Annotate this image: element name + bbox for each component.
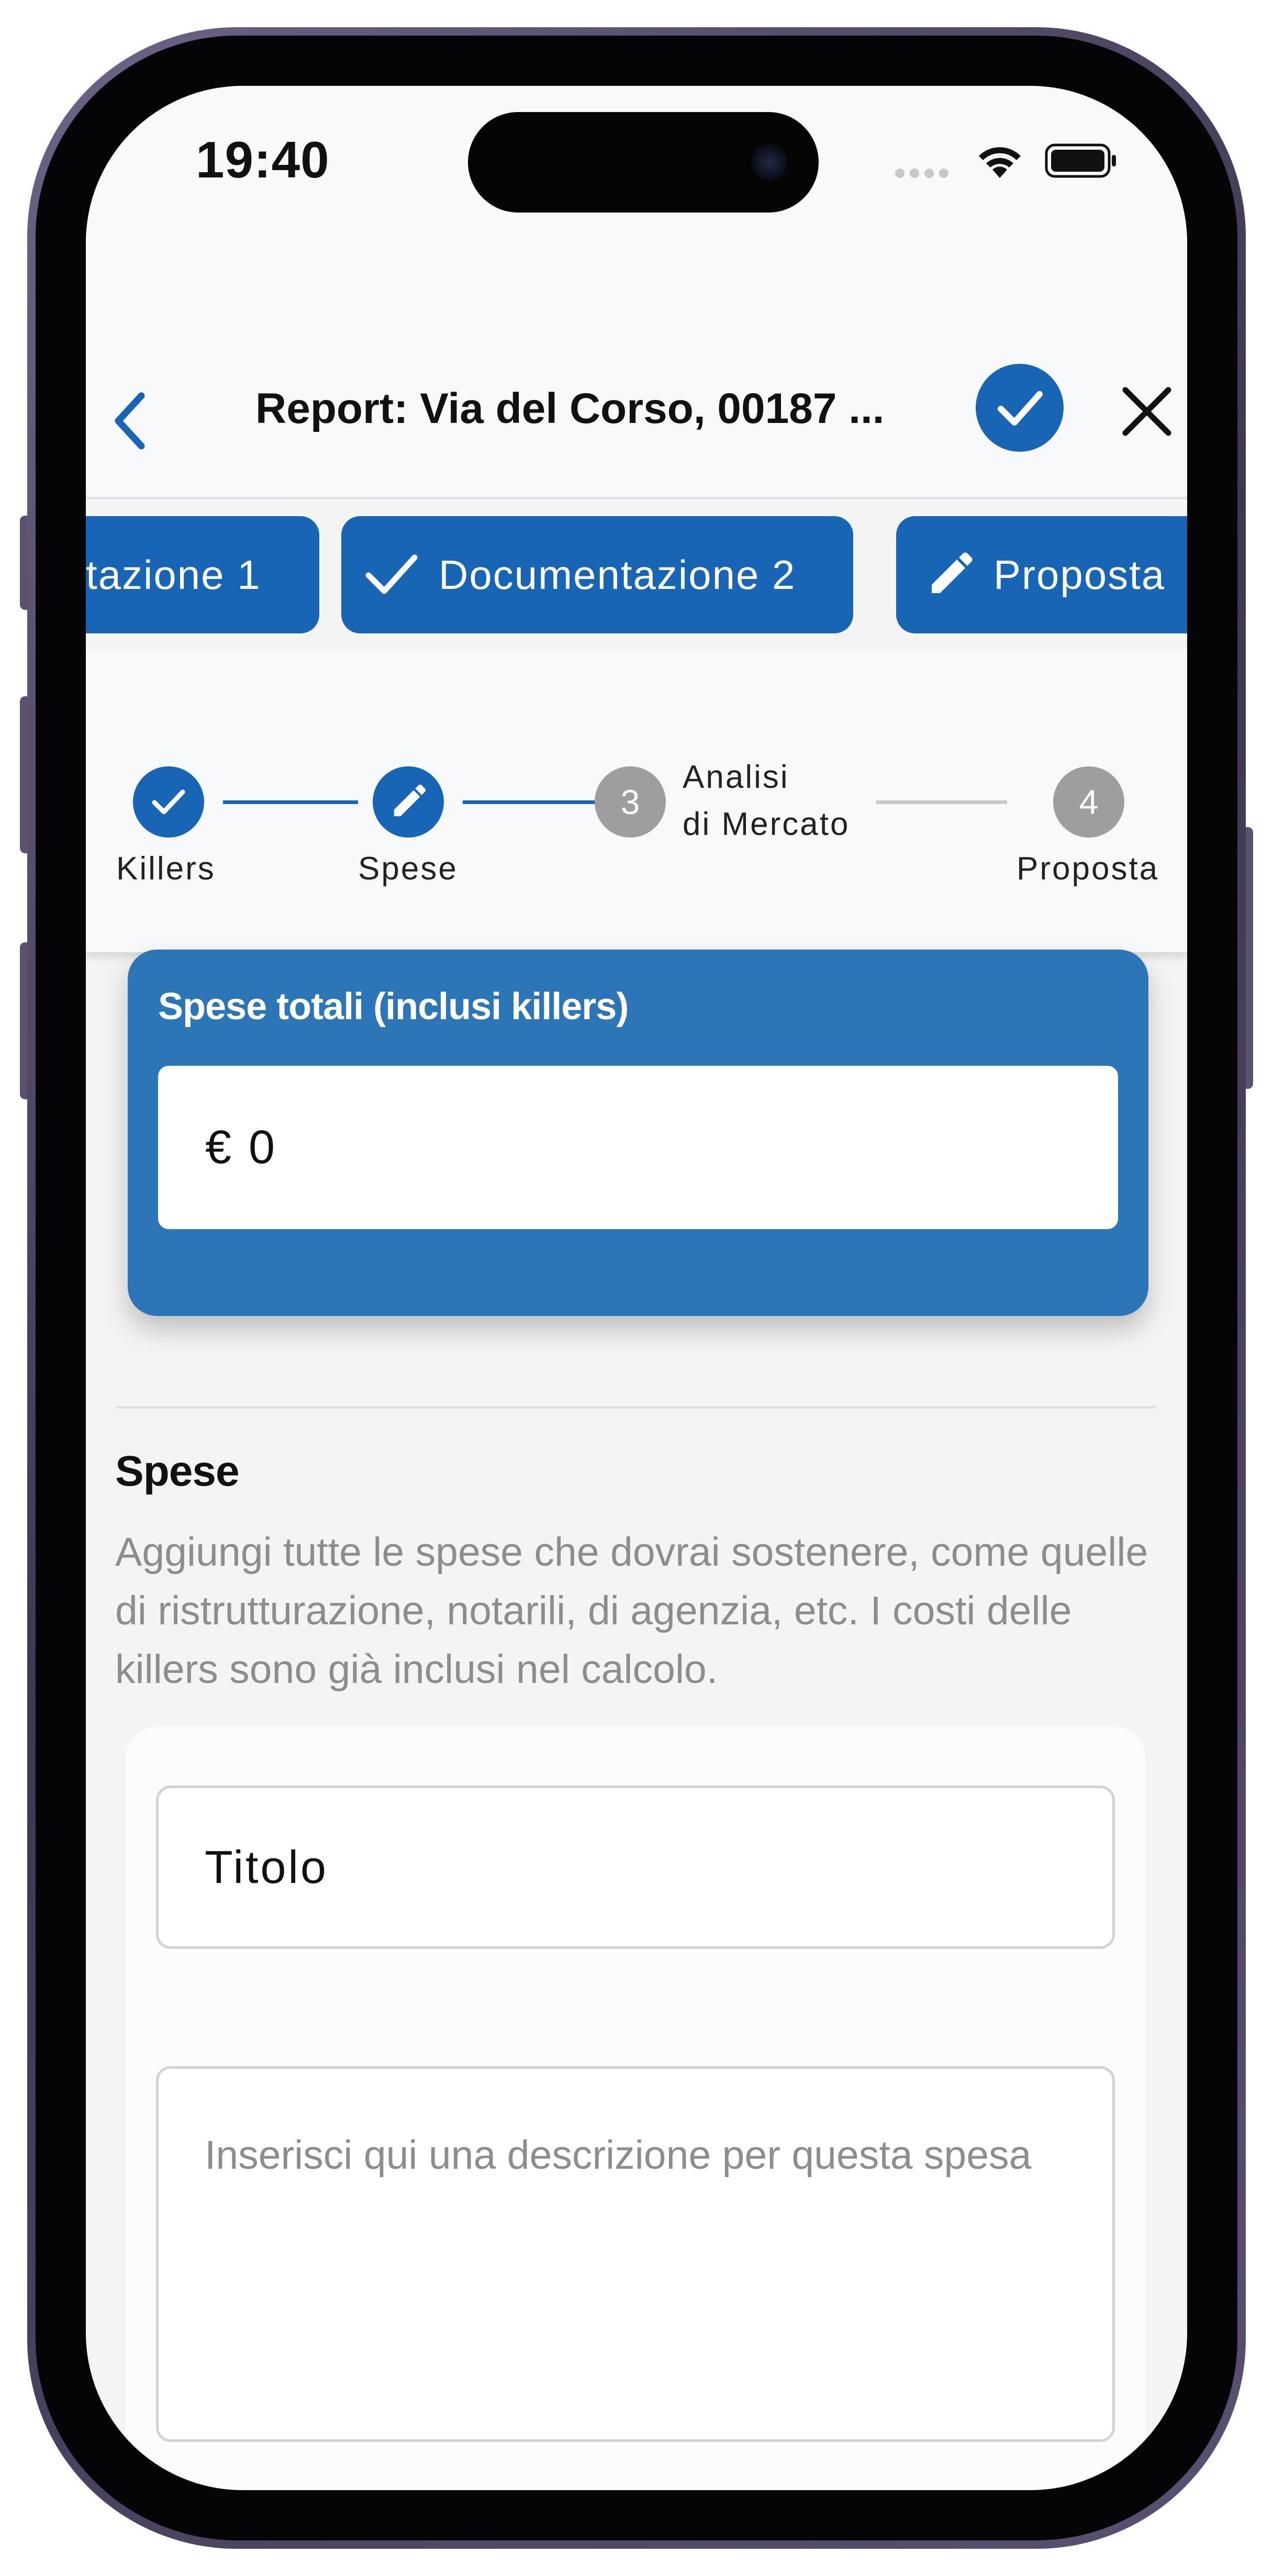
- wifi-icon: [979, 147, 1021, 178]
- total-expenses-label: Spese totali (inclusi killers): [158, 986, 629, 1028]
- step-connector: [223, 800, 358, 804]
- step-connector: [876, 800, 1007, 804]
- pencil-icon: [394, 784, 426, 817]
- step-analisi-label-line1: Analisi: [683, 759, 789, 795]
- close-icon[interactable]: [1118, 383, 1176, 440]
- pencil-icon: [932, 552, 973, 593]
- status-bar: 19:40: [86, 86, 1187, 324]
- section-divider: [115, 1406, 1157, 1409]
- tab-label: tazione 1: [86, 551, 261, 598]
- step-number: 4: [1079, 783, 1099, 821]
- check-icon: [998, 391, 1043, 426]
- confirm-button[interactable]: [976, 364, 1064, 452]
- step-analisi-label-line2: di Mercato: [683, 806, 850, 842]
- step-proposta-label: Proposta: [1017, 851, 1159, 887]
- tab-documentazione-1[interactable]: tazione 1: [86, 516, 319, 633]
- total-expenses-field[interactable]: € 0: [158, 1066, 1118, 1229]
- step-analisi-circle[interactable]: 3: [595, 766, 666, 838]
- check-icon: [152, 789, 185, 815]
- camera-icon: [752, 144, 787, 180]
- report-header: Report: Via del Corso, 00187 ...: [86, 324, 1187, 500]
- cellular-signal-icon: [895, 169, 954, 181]
- back-chevron-icon[interactable]: [107, 389, 154, 452]
- total-expenses-value: € 0: [205, 1121, 277, 1174]
- status-time: 19:40: [196, 131, 330, 188]
- tab-label: Proposta: [993, 551, 1166, 598]
- expense-form-card: Titolo Inserisci qui una descrizione per…: [126, 1727, 1145, 2490]
- page-title: Report: Via del Corso, 00187 ...: [255, 385, 885, 432]
- step-spese-circle[interactable]: [373, 766, 444, 838]
- section-description: Aggiungi tutte le spese che dovrai soste…: [115, 1530, 1148, 1692]
- total-expenses-card: Spese totali (inclusi killers) € 0: [128, 950, 1148, 1316]
- screen-content: 19:40 Report: Via del Corso, 00187 ... t…: [86, 86, 1187, 2490]
- section-title: Spese: [115, 1447, 240, 1495]
- step-connector: [463, 800, 599, 804]
- tab-documentazione-2[interactable]: Documentazione 2: [341, 516, 853, 633]
- step-killers-label: Killers: [116, 851, 216, 887]
- expense-description-input[interactable]: Inserisci qui una descrizione per questa…: [156, 2066, 1115, 2442]
- check-icon: [365, 554, 418, 594]
- step-killers-circle[interactable]: [133, 766, 204, 838]
- progress-stepper: Killers Spese 3 Analisi di Mercato 4 Pro…: [86, 651, 1187, 952]
- tab-proposta[interactable]: Proposta: [896, 516, 1187, 633]
- dynamic-island: [468, 112, 819, 213]
- report-tabs: tazione 1 Documentazione 2 Proposta: [86, 499, 1187, 651]
- step-proposta-circle[interactable]: 4: [1053, 766, 1124, 838]
- tab-label: Documentazione 2: [439, 551, 796, 598]
- step-spese-label: Spese: [358, 851, 458, 887]
- expense-title-input[interactable]: Titolo: [156, 1786, 1115, 1949]
- battery-icon: [1045, 143, 1116, 178]
- step-number: 3: [620, 783, 640, 821]
